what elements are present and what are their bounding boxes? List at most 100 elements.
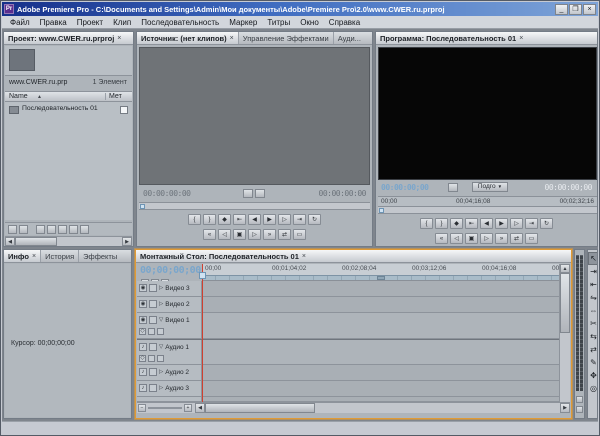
program-tab-label[interactable]: Программа: Последовательность 01 <box>380 34 516 43</box>
collapse-icon[interactable]: ▽ <box>159 344 163 350</box>
menu-item-project[interactable]: Проект <box>72 18 108 27</box>
scroll-right-icon[interactable]: ▶ <box>560 403 570 413</box>
video-track-header[interactable]: ◉ ▽ Видео 1 ◇ <box>137 313 202 338</box>
menu-item-file[interactable]: Файл <box>5 18 35 27</box>
timeline-current-timecode[interactable]: 00;00;00;00 <box>140 265 201 276</box>
prev-keyframe-icon[interactable] <box>148 354 155 362</box>
rolling-edit-tool[interactable]: ⇋ <box>588 291 597 304</box>
minimize-button[interactable]: _ <box>555 3 568 15</box>
find-icon[interactable] <box>47 225 56 234</box>
project-panel-header[interactable]: Проект: www.CWER.ru.prproj × <box>4 32 133 45</box>
source-playhead[interactable] <box>140 204 145 209</box>
jump-end-button[interactable]: » <box>495 233 508 244</box>
tab-audio-mixer[interactable]: Ауди... <box>333 32 372 44</box>
playhead-line[interactable] <box>202 264 203 402</box>
slide-tool[interactable]: ⇄ <box>588 343 597 356</box>
pen-tool[interactable]: ✎ <box>588 356 597 369</box>
tab-source[interactable]: Источник: (нет клипов) × <box>137 32 239 44</box>
project-preview-thumbnail[interactable] <box>9 49 35 71</box>
track-name[interactable]: Видео 2 <box>165 301 189 308</box>
project-horizontal-scrollbar[interactable]: ◀ ▶ <box>5 236 132 246</box>
trim-forward-button[interactable]: ▷ <box>248 229 261 240</box>
project-item-label[interactable]: Последовательность 01 <box>22 105 98 112</box>
audio-track-header[interactable]: ♪ ▷ Аудио 3 <box>137 381 202 396</box>
speaker-icon[interactable]: ♪ <box>139 343 147 351</box>
meter-solo-icon[interactable] <box>576 396 583 403</box>
zoom-in-icon[interactable]: + <box>184 404 192 412</box>
slip-tool[interactable]: ⇆ <box>588 330 597 343</box>
tab-effect-controls[interactable]: Управление Эффектами <box>238 32 334 44</box>
track-name[interactable]: Видео 1 <box>165 317 189 324</box>
tab-info[interactable]: Инфо × <box>4 250 42 262</box>
loop-button[interactable]: ↻ <box>308 214 321 225</box>
hand-tool[interactable]: ✥ <box>588 369 597 382</box>
scroll-left-icon[interactable]: ◀ <box>195 403 205 413</box>
play-button[interactable]: ▶ <box>495 218 508 229</box>
shuttle-button[interactable]: ⇄ <box>510 233 523 244</box>
icon-view-icon[interactable] <box>19 225 28 234</box>
zoom-out-icon[interactable]: − <box>138 404 146 412</box>
collapse-icon[interactable]: ▷ <box>159 285 163 291</box>
play-button[interactable]: ▶ <box>263 214 276 225</box>
automate-to-sequence-icon[interactable] <box>36 225 45 234</box>
project-column-header[interactable]: Name ▲ Мет <box>5 91 132 102</box>
work-area-bar[interactable] <box>202 275 559 280</box>
video-track-lane[interactable] <box>202 281 559 296</box>
close-icon[interactable]: × <box>519 35 523 42</box>
close-icon[interactable]: × <box>230 35 234 42</box>
next-keyframe-icon[interactable] <box>157 354 164 362</box>
goto-out-button[interactable]: ⇥ <box>525 218 538 229</box>
column-name[interactable]: Name <box>9 93 28 100</box>
step-back-button[interactable]: ◀ <box>480 218 493 229</box>
lock-icon[interactable] <box>149 384 157 392</box>
eye-icon[interactable]: ◉ <box>139 300 147 308</box>
close-icon[interactable]: × <box>117 35 121 42</box>
maximize-button[interactable]: ❐ <box>569 3 582 15</box>
speaker-icon[interactable]: ♪ <box>139 384 147 392</box>
next-keyframe-icon[interactable] <box>157 327 164 335</box>
meter-mute-icon[interactable] <box>576 406 583 413</box>
menu-item-clip[interactable]: Клип <box>108 18 136 27</box>
program-output-icon[interactable] <box>448 183 458 192</box>
ripple-edit-tool[interactable]: ⇤ <box>588 278 597 291</box>
close-icon[interactable]: × <box>302 253 306 260</box>
sort-ascending-icon[interactable]: ▲ <box>37 94 42 100</box>
jog-button[interactable]: ▭ <box>293 229 306 240</box>
jump-start-button[interactable]: « <box>203 229 216 240</box>
rate-stretch-tool[interactable]: ⇔ <box>588 304 598 317</box>
trim-back-button[interactable]: ◁ <box>218 229 231 240</box>
fit-dropdown[interactable]: Подго ▼ <box>472 182 508 192</box>
collapse-icon[interactable]: ▽ <box>159 317 163 323</box>
close-icon[interactable]: × <box>32 253 36 260</box>
tab-effects[interactable]: Эффекты <box>79 250 131 262</box>
razor-tool[interactable]: ✂ <box>588 317 597 330</box>
source-output-icon[interactable] <box>243 189 253 198</box>
scroll-thumb[interactable] <box>205 403 315 413</box>
trim-forward-button[interactable]: ▷ <box>480 233 493 244</box>
scroll-thumb[interactable] <box>15 237 57 246</box>
eye-icon[interactable]: ◉ <box>139 284 147 292</box>
menu-item-window[interactable]: Окно <box>295 18 324 27</box>
master-track-lane[interactable] <box>202 397 559 401</box>
new-bin-icon[interactable] <box>58 225 67 234</box>
set-in-button[interactable]: { <box>420 218 433 229</box>
audio-track-header[interactable]: ♪ ▷ Аудио 2 <box>137 365 202 380</box>
menu-item-titles[interactable]: Титры <box>262 18 295 27</box>
track-name[interactable]: Аудио 3 <box>165 385 189 392</box>
work-area-grip[interactable] <box>376 276 385 280</box>
shuttle-button[interactable]: ⇄ <box>278 229 291 240</box>
video-track-lane[interactable] <box>202 313 559 338</box>
set-marker-button[interactable]: ◆ <box>450 218 463 229</box>
goto-out-button[interactable]: ⇥ <box>293 214 306 225</box>
delete-icon[interactable] <box>80 225 89 234</box>
master-track-header[interactable] <box>137 397 202 401</box>
show-keyframes-icon[interactable]: ◇ <box>139 354 146 362</box>
audio-track-lane[interactable] <box>202 365 559 380</box>
trim-back-button[interactable]: ◁ <box>450 233 463 244</box>
jog-button[interactable]: ▭ <box>525 233 538 244</box>
close-button[interactable]: × <box>583 3 596 15</box>
menu-item-edit[interactable]: Правка <box>35 18 72 27</box>
eye-icon[interactable]: ◉ <box>139 316 147 324</box>
program-playhead[interactable] <box>379 208 384 213</box>
collapse-icon[interactable]: ▷ <box>159 385 163 391</box>
